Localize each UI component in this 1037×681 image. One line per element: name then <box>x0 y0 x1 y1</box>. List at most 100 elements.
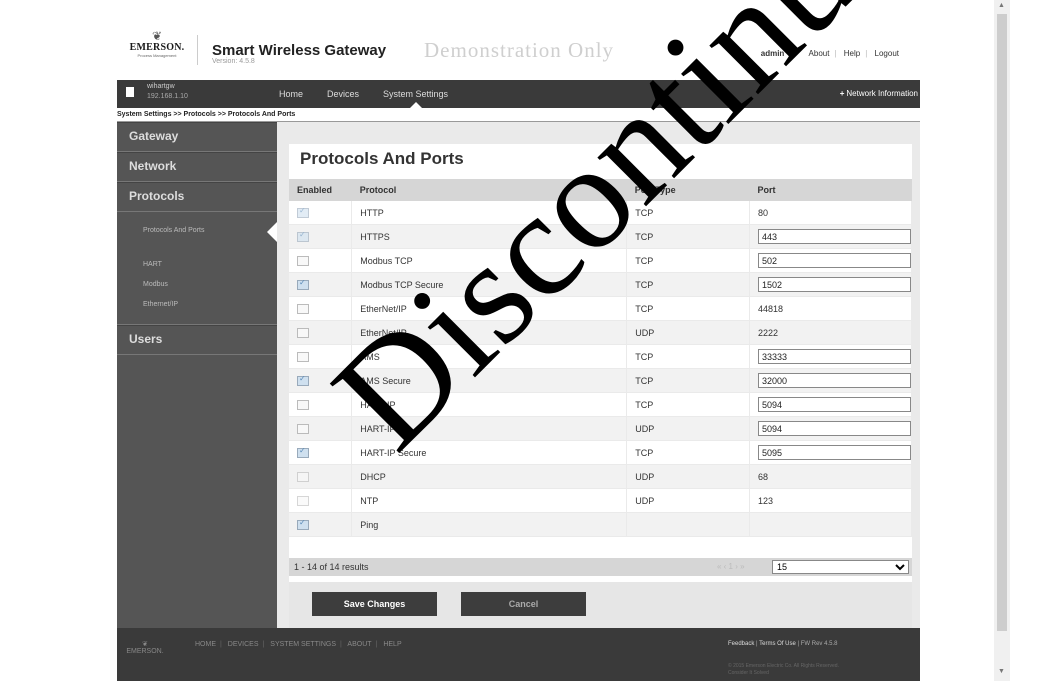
enabled-checkbox[interactable] <box>297 255 309 266</box>
enabled-checkbox[interactable] <box>297 518 309 530</box>
port-type-cell: TCP <box>626 344 750 369</box>
table-row: HART-IP SecureTCP <box>289 440 912 465</box>
enabled-checkbox[interactable] <box>297 399 309 410</box>
table-row: EtherNet/IP UDP 2222 <box>289 320 912 345</box>
enabled-cell <box>289 488 353 513</box>
protocol-cell: Modbus TCP <box>351 248 628 273</box>
network-information-button[interactable]: + Network Information <box>840 89 918 98</box>
port-input[interactable] <box>758 445 911 460</box>
tab-devices[interactable]: Devices <box>315 80 371 108</box>
footer-links: HOME | DEVICES | SYSTEM SETTINGS | ABOUT | H… <box>195 641 402 648</box>
page-footer: ❦ EMERSON. HOME | DEVICES | SYSTEM SETTINGS… <box>117 628 920 681</box>
network-information-label: Network Information <box>846 89 918 98</box>
user-name: admin <box>760 49 785 58</box>
logout-link[interactable]: Logout <box>870 49 904 58</box>
col-port-type: Port Type <box>626 179 750 201</box>
help-link[interactable]: Help <box>839 49 865 58</box>
table-row: HTTPTCP80 <box>289 201 912 225</box>
footer-link-about[interactable]: ABOUT <box>347 641 371 648</box>
port-cell: 68 <box>749 464 912 489</box>
table-row: AMS TCP <box>289 344 912 369</box>
port-type-cell: UDP <box>626 464 750 489</box>
protocols-panel: Protocols And Ports Enabled Protocol Por… <box>289 144 912 628</box>
port-cell <box>749 344 912 369</box>
table-header-row: Enabled Protocol Port Type Port <box>289 179 912 201</box>
port-input[interactable] <box>758 349 911 364</box>
sidebar-item-protocols[interactable]: Protocols <box>117 182 277 212</box>
enabled-checkbox[interactable] <box>297 351 309 362</box>
port-input[interactable] <box>758 373 911 388</box>
enabled-checkbox <box>297 230 309 242</box>
port-cell <box>749 392 912 417</box>
port-input[interactable] <box>758 421 911 436</box>
protocol-cell: Modbus TCP Secure <box>351 272 628 297</box>
port-cell: 44818 <box>749 296 912 321</box>
scroll-up-icon[interactable]: ▲ <box>998 2 1005 9</box>
port-input[interactable] <box>758 253 911 268</box>
footer-link-help[interactable]: HELP <box>383 641 401 648</box>
table-row: HART-IP UDP <box>289 416 912 441</box>
sidebar-item-protocols-and-ports[interactable]: Protocols And Ports <box>117 221 277 242</box>
emerson-logo[interactable]: ❦ EMERSON. Process Management <box>127 30 187 65</box>
port-input[interactable] <box>758 229 911 244</box>
scroll-thumb[interactable] <box>997 14 1007 631</box>
enabled-cell <box>289 272 353 297</box>
footer-link-devices[interactable]: DEVICES <box>228 641 259 648</box>
enabled-cell <box>289 512 353 537</box>
enabled-checkbox[interactable] <box>297 303 309 314</box>
about-link[interactable]: About <box>804 49 835 58</box>
cancel-button[interactable]: Cancel <box>461 592 586 616</box>
port-cell <box>749 272 912 297</box>
sidebar-item-network[interactable]: Network <box>117 152 277 182</box>
save-changes-button[interactable]: Save Changes <box>312 592 437 616</box>
table-row: DHCP UDP 68 <box>289 464 912 489</box>
emerson-mark-icon: ❦ <box>151 29 163 43</box>
table-row: EtherNet/IP TCP 44818 <box>289 296 912 321</box>
enabled-checkbox[interactable] <box>297 278 309 290</box>
port-cell: 2222 <box>749 320 912 345</box>
tab-system-settings[interactable]: System Settings <box>371 80 460 108</box>
gateway-ip: 192.168.1.10 <box>147 93 188 100</box>
enabled-checkbox[interactable] <box>297 446 309 458</box>
port-cell <box>749 440 912 465</box>
enabled-checkbox[interactable] <box>297 423 309 434</box>
port-type-cell: TCP <box>626 272 750 297</box>
sidebar-item-hart[interactable]: HART <box>117 255 277 275</box>
tab-home[interactable]: Home <box>267 80 315 108</box>
enabled-cell <box>289 416 353 441</box>
sidebar-item-gateway[interactable]: Gateway <box>117 122 277 152</box>
footer-link-system-settings[interactable]: SYSTEM SETTINGS <box>270 641 336 648</box>
port-cell <box>749 368 912 393</box>
enabled-checkbox <box>297 471 309 482</box>
page-size-select[interactable]: 15 <box>772 560 909 574</box>
enabled-cell <box>289 248 353 273</box>
sidebar-item-ethernet-ip[interactable]: Ethernet/IP <box>117 295 277 315</box>
port-type-cell: TCP <box>626 368 750 393</box>
breadcrumb: System Settings >> Protocols >> Protocol… <box>117 108 920 121</box>
pager-nav[interactable]: « ‹ 1 › » <box>717 558 745 576</box>
port-input[interactable] <box>758 277 911 292</box>
logo-brand: EMERSON. <box>129 42 185 53</box>
table-row: NTP UDP 123 <box>289 488 912 513</box>
port-cell <box>749 248 912 273</box>
top-nav: admin About | Help | Logout <box>756 49 904 58</box>
footer-link-home[interactable]: HOME <box>195 641 216 648</box>
feedback-link[interactable]: Feedback <box>728 641 754 647</box>
footer-copyright: © 2015 Emerson Electric Co. All Rights R… <box>728 663 839 676</box>
enabled-cell <box>289 320 353 345</box>
sidebar-item-modbus[interactable]: Modbus <box>117 275 277 295</box>
enabled-checkbox[interactable] <box>297 374 309 386</box>
sidebar-item-users[interactable]: Users <box>117 325 277 355</box>
button-bar: Save Changes Cancel <box>289 582 912 628</box>
main-content: Protocols And Ports Enabled Protocol Por… <box>277 122 920 628</box>
protocol-cell: NTP <box>351 488 628 513</box>
protocol-cell: HART-IP <box>351 392 628 417</box>
page-scrollbar[interactable]: ▲ ▼ <box>994 0 1010 681</box>
terms-link[interactable]: Terms Of Use <box>759 641 796 647</box>
scroll-down-icon[interactable]: ▼ <box>998 668 1005 675</box>
results-count: 1 - 14 of 14 results <box>294 562 369 572</box>
port-input[interactable] <box>758 397 911 412</box>
fw-version: FW Rev 4.5.8 <box>800 641 838 647</box>
protocol-cell: HTTPS <box>351 224 628 249</box>
enabled-checkbox[interactable] <box>297 327 309 338</box>
